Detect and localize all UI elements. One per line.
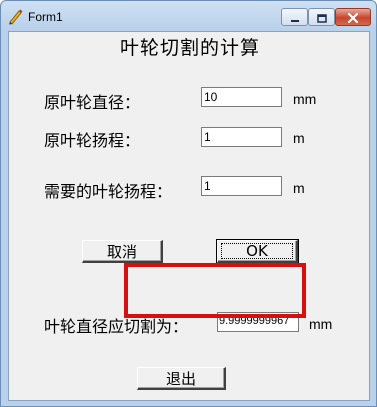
- maximize-icon: [316, 8, 327, 27]
- focus-rectangle: [221, 243, 293, 259]
- form-client-area: 叶轮切割的计算 原叶轮直径： 10 mm 原叶轮扬程： 1 m 需要的叶轮扬程：…: [8, 31, 370, 401]
- original-head-unit: m: [293, 130, 305, 146]
- cancel-button[interactable]: 取消: [82, 240, 163, 263]
- window-title: Form1: [28, 10, 63, 24]
- original-head-input[interactable]: 1: [201, 127, 282, 147]
- cancel-button-label: 取消: [106, 242, 137, 261]
- app-pen-icon: [7, 8, 24, 25]
- exit-button-label: 退出: [165, 369, 196, 388]
- required-head-input[interactable]: 1: [201, 176, 282, 196]
- original-head-label: 原叶轮扬程：: [44, 131, 141, 150]
- form-heading: 叶轮切割的计算: [119, 37, 260, 59]
- maximize-button[interactable]: [308, 8, 335, 26]
- ok-button[interactable]: OK: [216, 239, 299, 264]
- original-diameter-label: 原叶轮直径：: [44, 93, 141, 112]
- result-highlight-box: [124, 263, 306, 318]
- close-icon: [347, 8, 359, 27]
- minimize-button[interactable]: [281, 8, 308, 26]
- close-button[interactable]: [335, 8, 371, 26]
- required-head-label: 需要的叶轮扬程：: [44, 182, 173, 201]
- required-head-unit: m: [293, 180, 305, 196]
- original-diameter-unit: mm: [293, 91, 317, 107]
- title-bar[interactable]: Form1: [1, 1, 376, 31]
- result-unit: mm: [309, 316, 333, 332]
- exit-button[interactable]: 退出: [137, 367, 226, 390]
- form1-window: Form1 叶轮切割的计算 原叶轮直径： 10 mm 原叶轮扬程： 1 m 需要…: [0, 0, 377, 407]
- minimize-icon: [290, 8, 300, 27]
- original-diameter-input[interactable]: 10: [201, 87, 282, 107]
